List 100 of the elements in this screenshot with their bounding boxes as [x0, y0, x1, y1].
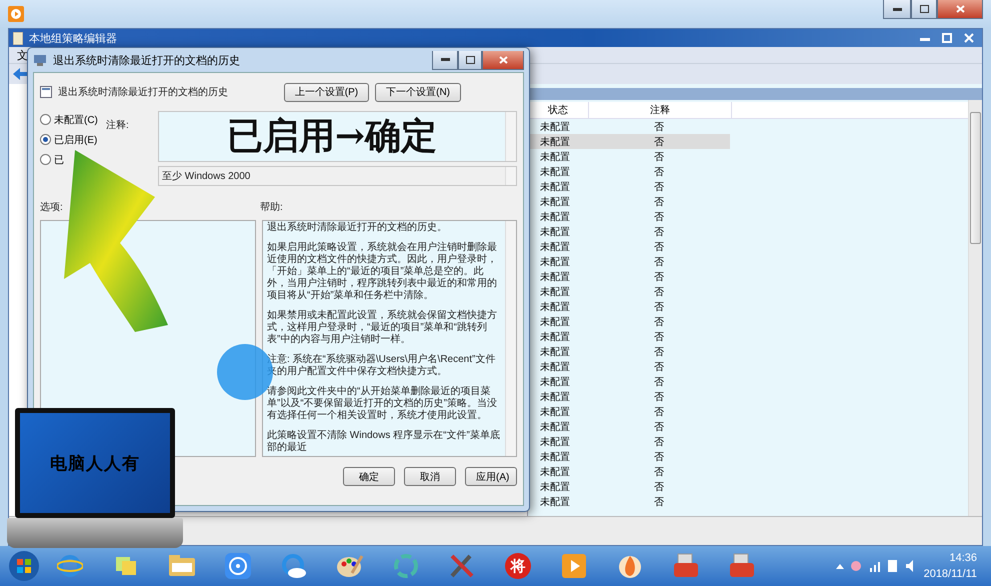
setting-title: 退出系统时清除最近打开的文档的历史 [58, 86, 228, 99]
status-cell-text: 未配置 [539, 166, 571, 179]
badge-icon[interactable]: 将 [505, 553, 531, 579]
table-row[interactable]: 未配置 否 [528, 464, 730, 479]
status-cell-text: 未配置 [539, 436, 571, 449]
status-cell-text: 未配置 [539, 360, 571, 374]
table-row[interactable]: 未配置 否 [528, 119, 730, 134]
table-row[interactable]: 未配置 否 [528, 419, 730, 434]
table-row[interactable]: 未配置 否 [528, 299, 730, 314]
table-row[interactable]: 未配置 否 [528, 359, 730, 374]
table-row[interactable]: 未配置 否 [528, 344, 730, 359]
table-row[interactable]: 未配置 否 [528, 374, 730, 389]
tray-icons-icon[interactable] [836, 559, 916, 573]
toolbox-icon[interactable] [672, 553, 700, 579]
table-row[interactable]: 未配置 否 [528, 284, 730, 299]
scrollbar[interactable] [968, 100, 982, 516]
maximize-icon [920, 5, 928, 13]
maximize-button[interactable] [458, 50, 482, 70]
menu-item[interactable]: 文 [17, 48, 28, 62]
radio-option[interactable]: 未配置(C) [40, 113, 98, 126]
status-cell-text: 未配置 [539, 256, 571, 269]
status-cell-text: 未配置 [539, 120, 571, 134]
comment-cell-text: 否 [653, 286, 665, 299]
table-row[interactable]: 未配置 否 [528, 449, 730, 464]
palette-icon[interactable] [336, 553, 364, 579]
previous-setting-button[interactable]: 上一个设置(P) [284, 82, 370, 102]
help-paragraph: 请参阅此文件夹中的“从开始菜单删除最近的项目菜单”以及“不要保留最近打开的文档的历史”策略。当没有选择任何一个相关设置时，系统才使用此设置。 [267, 386, 498, 422]
radio-option[interactable]: 已启用(E) [40, 133, 98, 146]
table-row[interactable]: 未配置 否 [528, 479, 730, 494]
scrollbar[interactable] [505, 112, 516, 161]
comment-cell-text: 否 [653, 120, 665, 134]
comment-cell-text: 否 [653, 436, 665, 449]
help-paragraph: 如果禁用或未配置此设置，系统就会保留文档快捷方式，这样用户登录时，“最近的项目”菜单和“跳转列表”中的内容与用户注销时一样。 [267, 310, 498, 346]
table-row[interactable]: 未配置 否 [528, 314, 730, 329]
status-cell-text: 未配置 [539, 420, 571, 434]
status-cell-text: 未配置 [539, 376, 571, 389]
maximize-button[interactable] [911, 0, 937, 19]
table-row[interactable]: 未配置 否 [528, 389, 730, 404]
minimize-icon [440, 58, 450, 61]
comment-cell-text: 否 [653, 196, 665, 209]
cloud-icon[interactable] [280, 553, 308, 579]
start-orb-icon[interactable] [8, 550, 40, 582]
table-row[interactable]: 未配置 否 [528, 494, 730, 509]
comment-label: 注释: [106, 120, 129, 131]
table-row[interactable]: 未配置 否 [528, 149, 730, 164]
table-row[interactable]: 未配置 否 [528, 179, 730, 194]
status-cell-text: 未配置 [539, 270, 571, 284]
table-row[interactable]: 未配置 否 [528, 254, 730, 269]
minimize-button[interactable] [883, 0, 911, 19]
dialog-title: 退出系统时清除最近打开的文档的历史 [53, 54, 240, 68]
maximize-icon [466, 56, 474, 64]
globe-e-icon[interactable] [57, 553, 83, 579]
close-button[interactable] [482, 50, 524, 70]
table-row[interactable]: 未配置 否 [528, 329, 730, 344]
film-reel-icon[interactable] [225, 553, 251, 579]
comment-cell-text: 否 [653, 166, 665, 179]
minimize-button[interactable] [432, 50, 458, 70]
close-button[interactable] [937, 0, 983, 19]
back-arrow-icon[interactable] [13, 68, 27, 80]
play-icon[interactable] [562, 554, 586, 578]
table-row[interactable]: 未配置 否 [528, 404, 730, 419]
app-icon [8, 6, 24, 22]
status-cell-text: 未配置 [539, 330, 571, 344]
table-row[interactable]: 未配置 否 [528, 209, 730, 224]
scrollbar[interactable] [505, 167, 516, 185]
folder-icon[interactable] [168, 554, 196, 578]
comment-cell-text: 否 [653, 480, 665, 494]
table-row[interactable]: 未配置 否 [528, 239, 730, 254]
options-label: 选项: [40, 200, 64, 214]
table-row[interactable]: 未配置 否 [528, 164, 730, 179]
next-setting-button[interactable]: 下一个设置(N) [375, 82, 461, 102]
status-cell-text: 未配置 [539, 466, 571, 479]
comment-field[interactable]: 已启用→确定 [158, 111, 517, 162]
toolbox-icon[interactable] [728, 553, 756, 579]
radio-option[interactable]: 已 [40, 153, 64, 166]
table-row[interactable]: 未配置 否 [528, 134, 730, 149]
status-cell-text: 未配置 [539, 196, 571, 209]
comment-cell-text: 否 [653, 376, 665, 389]
table-row[interactable]: 未配置 否 [528, 194, 730, 209]
clock-date[interactable]: 2018/11/11 [924, 566, 977, 582]
table-row[interactable]: 未配置 否 [528, 224, 730, 239]
dialog-button[interactable]: 取消 [404, 467, 456, 486]
dialog-button[interactable]: 确定 [343, 467, 395, 486]
flame-icon[interactable] [617, 553, 643, 579]
status-cell-text: 未配置 [539, 136, 571, 149]
caption-overlay: 已启用→确定 [226, 114, 438, 159]
table-row[interactable]: 未配置 否 [528, 434, 730, 449]
status-cell-text: 未配置 [539, 390, 571, 404]
comment-cell-text: 否 [653, 466, 665, 479]
table-row[interactable]: 未配置 否 [528, 269, 730, 284]
sticky-notes-icon[interactable] [114, 555, 138, 577]
status-cell-text: 未配置 [539, 496, 571, 509]
help-paragraph: 如果启用此策略设置，系统就会在用户注销时删除最近使用的文档文件的快捷方式。因此，用户登录时，「开始」菜单上的“最近的项目”菜单总是空的。此外，当用户注销时，程序跳转列表中最近的和常用的项目将从“开始”菜单和任务栏中清除。 [267, 242, 498, 302]
column-header[interactable]: 注释 [589, 102, 732, 118]
dialog-button[interactable]: 应用(A) [465, 467, 517, 486]
tools-icon[interactable] [448, 552, 476, 580]
scrollbar[interactable] [505, 221, 516, 456]
comment-cell-text: 否 [653, 406, 665, 419]
comment-cell-text: 否 [653, 240, 665, 254]
status-cell-text: 未配置 [539, 240, 571, 254]
